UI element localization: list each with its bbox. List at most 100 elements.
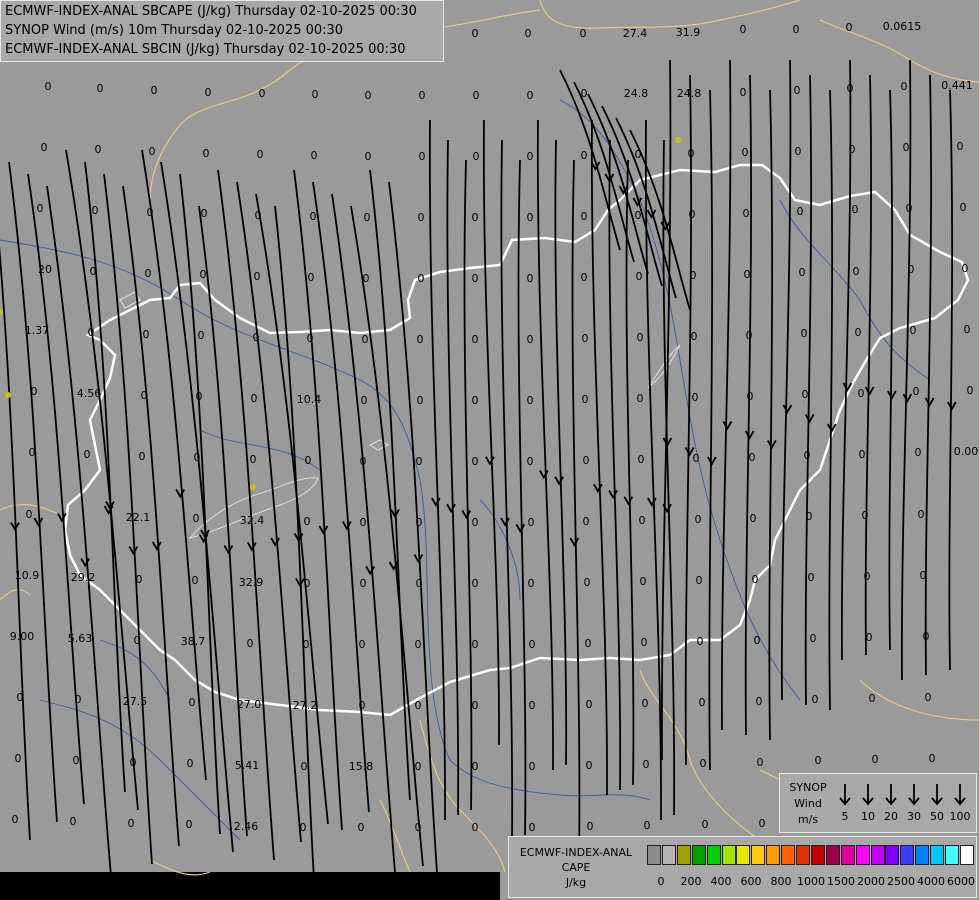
cape-value-label: 27.5 (123, 695, 148, 708)
cape-scale-tick: 1500 (827, 875, 855, 888)
cape-value-label: 0 (638, 453, 645, 466)
arrow-down-icon (885, 784, 897, 806)
cape-value-label: 0 (742, 146, 749, 159)
cape-value-label: 0 (527, 455, 534, 468)
cape-value-label: 27.4 (623, 27, 648, 40)
wind-legend-arrows (839, 784, 966, 806)
cape-value-label: 0 (205, 86, 212, 99)
cape-color-swatch (751, 845, 766, 865)
cape-value-label: 0 (901, 80, 908, 93)
cape-value-label: 0 (908, 263, 915, 276)
cape-value-label: 0 (251, 392, 258, 405)
cape-value-label: 0 (855, 326, 862, 339)
cape-value-label: 27.2 (293, 699, 318, 712)
cape-legend: ECMWF-INDEX-ANAL CAPE J/kg 0 200 400 600 800… (508, 836, 977, 898)
cape-value-label: 32.4 (240, 514, 265, 527)
cape-value-label: 0 (962, 262, 969, 275)
cape-value-label: 0 (925, 691, 932, 704)
cape-color-swatch (796, 845, 810, 865)
cape-value-label: 0 (810, 632, 817, 645)
cape-value-label: 0 (754, 634, 761, 647)
cape-value-label: 0 (145, 267, 152, 280)
cape-value-label: 0 (806, 510, 813, 523)
cape-value-label: 0 (852, 203, 859, 216)
cape-value-label: 22.1 (126, 511, 151, 524)
cape-value-label: 0 (70, 815, 77, 828)
cape-value-label: 0 (750, 512, 757, 525)
cape-value-label: 0 (254, 270, 261, 283)
cape-value-label: 0 (194, 451, 201, 464)
wind-speed-label: 50 (930, 810, 944, 823)
cape-value-label: 0 (90, 265, 97, 278)
cape-value-label: 0 (752, 573, 759, 586)
cape-value-label: 32.9 (239, 576, 264, 589)
cape-value-label: 0 (583, 454, 590, 467)
cape-value-label: 0 (795, 145, 802, 158)
cape-value-label: 0 (960, 201, 967, 214)
cape-color-swatch (766, 845, 781, 865)
cape-value-label: 0 (92, 204, 99, 217)
cape-value-label: 0 (472, 211, 479, 224)
cape-value-label: 0 (149, 145, 156, 158)
cape-value-label: 0 (744, 268, 751, 281)
cape-value-label: 0 (186, 818, 193, 831)
cape-value-label: 0 (418, 211, 425, 224)
cape-color-swatch (930, 845, 945, 865)
cape-value-label: 0 (529, 699, 536, 712)
cape-value-label: 0 (639, 514, 646, 527)
wind-legend-unit: m/s (797, 813, 819, 826)
wind-speed-label: 10 (861, 810, 875, 823)
cape-value-label: 0 (472, 577, 479, 590)
cape-color-swatch (647, 845, 661, 865)
cape-value-label: 0 (583, 515, 590, 528)
cape-value-label: 0 (929, 752, 936, 765)
weather-map: 0 0 0 0 0 0 0 0 0 0 0 0 0 0 27.4 31.9 0 0 0 0.0615 0 0 24.8 24.… (0, 0, 979, 900)
cape-value-label: 0 (305, 454, 312, 467)
cape-value-label: 0 (586, 759, 593, 772)
map-title-box: ECMWF-INDEX-ANAL SBCAPE (J/kg) Thursday … (0, 0, 444, 62)
cape-value-label: 1.37 (25, 324, 50, 337)
wind-speed-label: 20 (884, 810, 898, 823)
cape-value-label: 0 (472, 333, 479, 346)
cape-scale-tick: 0 (657, 875, 665, 888)
cape-value-label: 0 (529, 638, 536, 651)
map-background (0, 0, 979, 900)
cape-value-label: 0 (134, 634, 141, 647)
cape-value-label: 0 (418, 272, 425, 285)
cape-value-label: 0 (143, 328, 150, 341)
cape-value-label: 0 (45, 80, 52, 93)
cape-value-label: 0 (697, 635, 704, 648)
wind-legend: SYNOP Wind m/s 5 10 20 30 50 100 (779, 773, 977, 833)
cape-value-label: 0 (29, 446, 36, 459)
arrow-down-icon (908, 784, 920, 806)
cape-value-label: 0 (740, 23, 747, 36)
cape-value-label: 0 (528, 516, 535, 529)
cape-value-label: 0 (26, 508, 33, 521)
cape-color-swatch (915, 845, 930, 865)
cape-value-label: 0 (794, 84, 801, 97)
cape-value-label: 0 (360, 577, 367, 590)
cape-value-label: 0 (84, 448, 91, 461)
cape-value-label: 0 (688, 147, 695, 160)
cape-value-label: 0 (918, 508, 925, 521)
cape-value-label: 0 (128, 817, 135, 830)
cape-value-label: 0 (359, 638, 366, 651)
cape-color-swatch (691, 845, 706, 865)
cape-color-swatch (736, 845, 751, 865)
cape-scale-tick: 2500 (887, 875, 915, 888)
cape-value-label: 0 (257, 148, 264, 161)
cape-value-label: 0 (472, 394, 479, 407)
cape-value-label: 0 (136, 573, 143, 586)
cape-value-label: 0.441 (941, 79, 973, 92)
cape-value-label: 0 (581, 271, 588, 284)
cape-value-label: 0 (359, 699, 366, 712)
cape-value-label: 0 (587, 820, 594, 833)
cape-value-label: 0 (97, 82, 104, 95)
cape-value-label: 0.0615 (883, 20, 922, 33)
cape-value-label: 0 (473, 89, 480, 102)
cape-value-label: 24.8 (677, 87, 702, 100)
cape-color-swatch (661, 845, 676, 865)
cape-value-label: 0 (585, 637, 592, 650)
cape-value-label: 0 (201, 207, 208, 220)
wind-speed-label: 5 (841, 810, 849, 823)
